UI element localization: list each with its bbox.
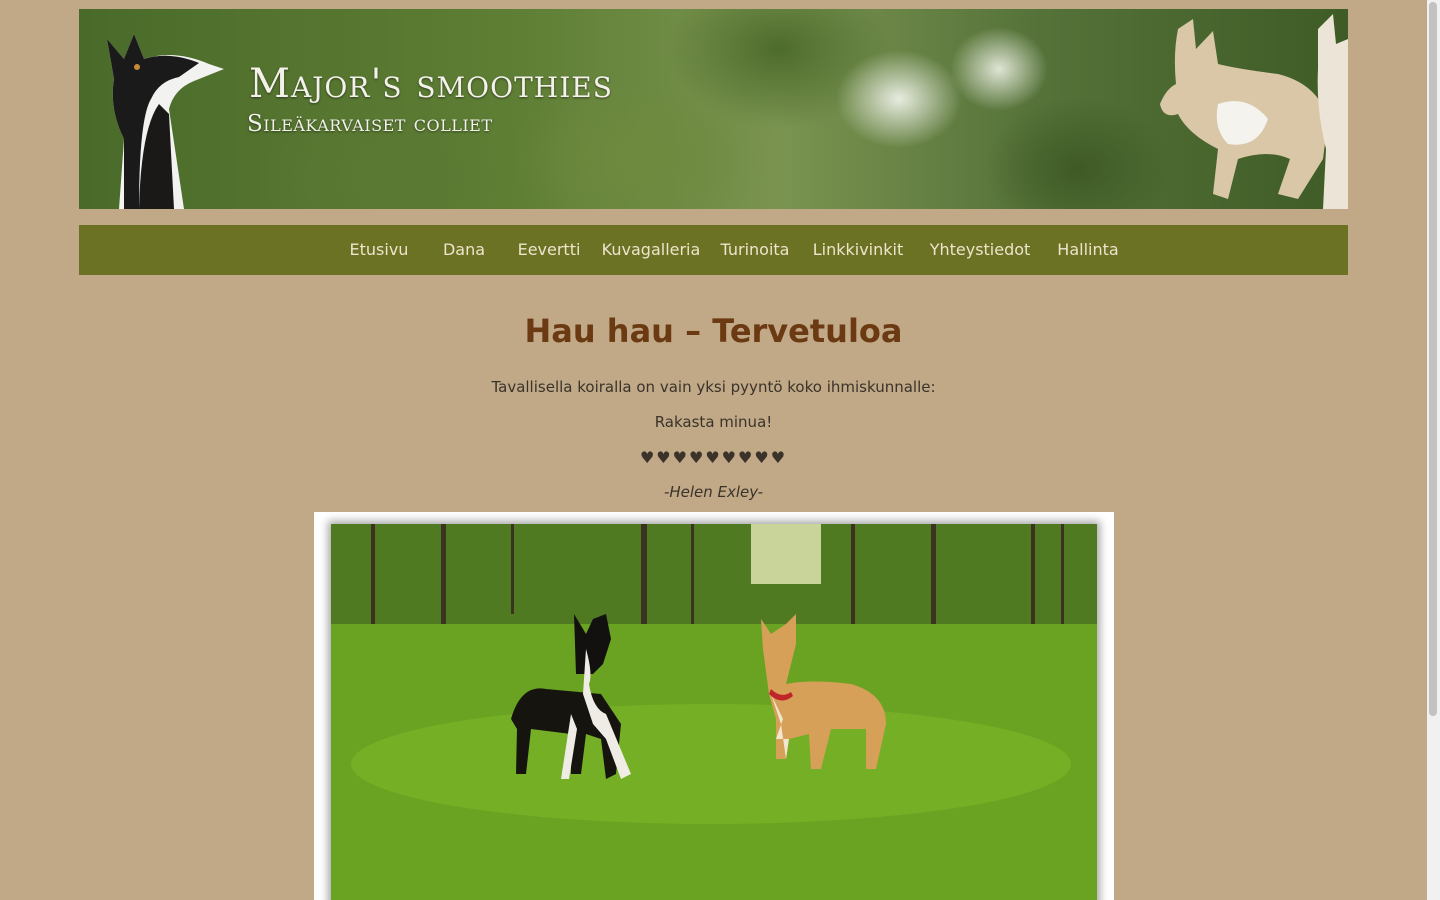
nav-item-hallinta[interactable]: Hallinta: [1051, 225, 1125, 275]
jumping-collie-image: [1160, 14, 1348, 209]
main-content: Hau hau – Tervetuloa Tavallisella koiral…: [79, 300, 1348, 510]
hearts-divider: ♥♥♥♥♥♥♥♥♥: [639, 448, 788, 467]
main-navigation: Etusivu Dana Eevertti Kuvagalleria Turin…: [79, 225, 1348, 275]
nav-item-etusivu[interactable]: Etusivu: [344, 225, 414, 275]
nav-item-kuvagalleria[interactable]: Kuvagalleria: [597, 225, 705, 275]
nav-item-yhteystiedot[interactable]: Yhteystiedot: [921, 225, 1039, 275]
quote-line-1: Tavallisella koiralla on vain yksi pyynt…: [491, 378, 936, 396]
collie-portrait-image: [107, 34, 224, 209]
nav-item-dana[interactable]: Dana: [434, 225, 494, 275]
quote-line-2: Rakasta minua!: [654, 413, 773, 431]
nav-item-turinoita[interactable]: Turinoita: [715, 225, 795, 275]
vertical-scrollbar[interactable]: [1427, 0, 1440, 900]
page: Major's smoothies Sileäkarvaiset colliet…: [0, 0, 1440, 900]
nav-item-linkkivinkit[interactable]: Linkkivinkit: [807, 225, 909, 275]
meadow-scene: [331, 524, 1097, 900]
nav-item-eevertti[interactable]: Eevertti: [511, 225, 587, 275]
two-collies-in-meadow-photo[interactable]: [331, 524, 1097, 900]
page-heading: Hau hau – Tervetuloa: [524, 312, 903, 350]
site-subtitle: Sileäkarvaiset colliet: [247, 111, 493, 137]
site-title: Major's smoothies: [249, 61, 613, 107]
quote-author: -Helen Exley-: [663, 483, 764, 501]
scrollbar-thumb[interactable]: [1429, 2, 1437, 716]
header-banner[interactable]: Major's smoothies Sileäkarvaiset colliet: [79, 9, 1348, 209]
featured-photo-frame: [314, 512, 1114, 900]
